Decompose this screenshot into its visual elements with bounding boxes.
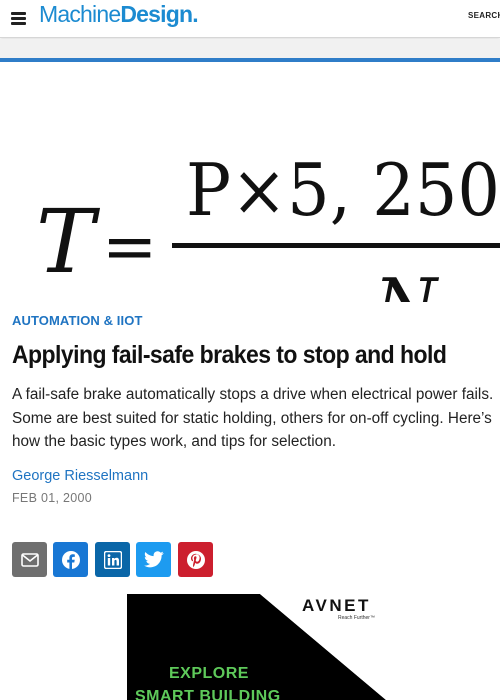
category-link[interactable]: AUTOMATION & IIOT — [12, 313, 143, 328]
formula-numerator: P×5, 250 — [186, 148, 500, 232]
linkedin-icon — [103, 550, 122, 569]
page-title: Applying fail-safe brakes to stop and ho… — [12, 341, 447, 369]
logo-text-machine: Machine — [39, 1, 121, 27]
advertisement-banner[interactable]: AVNET Reach Further™ EXPLORE SMART BUILD… — [127, 594, 386, 700]
logo-text-design: Design. — [120, 1, 198, 27]
share-twitter-button[interactable] — [136, 542, 171, 577]
site-header: MachineDesign. SEARCH — [0, 0, 500, 38]
facebook-icon — [61, 550, 80, 570]
share-facebook-button[interactable] — [53, 542, 88, 577]
ad-headline-line1: EXPLORE — [169, 665, 249, 682]
pinterest-icon — [186, 550, 205, 569]
formula-lhs: T — [36, 190, 101, 293]
search-button[interactable]: SEARCH — [468, 11, 500, 20]
share-linkedin-button[interactable] — [95, 542, 130, 577]
share-email-button[interactable] — [12, 542, 47, 577]
twitter-icon — [143, 551, 164, 568]
ad-tagline: Reach Further™ — [338, 615, 375, 621]
share-pinterest-button[interactable] — [178, 542, 213, 577]
hero-image: T = P×5, 250 N — [0, 62, 500, 302]
site-logo[interactable]: MachineDesign. — [39, 1, 199, 28]
menu-icon[interactable] — [11, 10, 26, 25]
formula-denominator: N — [372, 263, 440, 302]
ad-brand-logo: AVNET — [302, 596, 371, 615]
fraction-bar — [172, 243, 500, 248]
subnav-band — [0, 39, 500, 59]
formula-equals: = — [102, 208, 157, 285]
ad-headline-line2: SMART BUILDING — [135, 688, 281, 700]
publish-date: FEB 01, 2000 — [12, 491, 93, 505]
article-summary: A fail-safe brake automatically stops a … — [12, 386, 494, 450]
author-link[interactable]: George Riesselmann — [12, 468, 148, 484]
email-icon — [20, 552, 39, 567]
